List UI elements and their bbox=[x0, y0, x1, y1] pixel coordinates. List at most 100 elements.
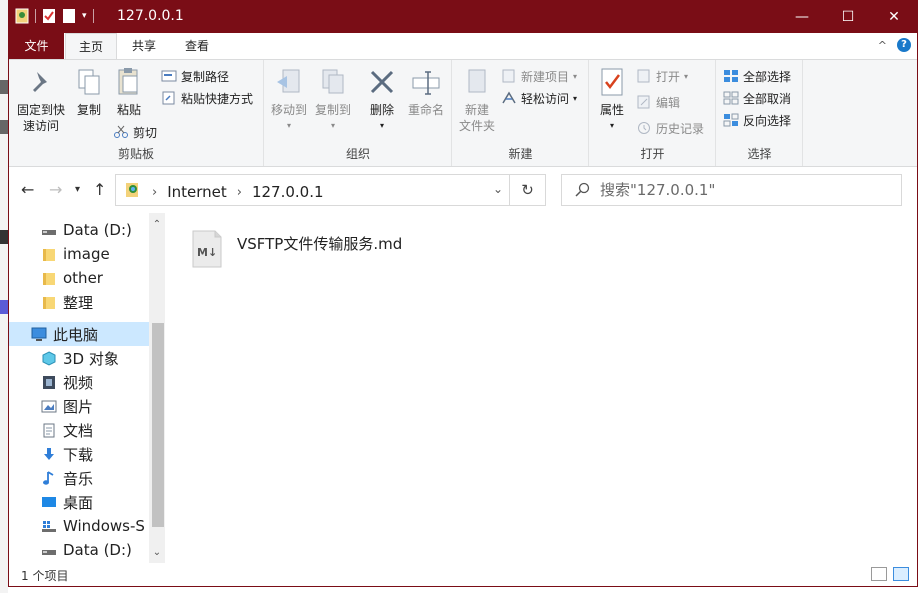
copy-path-button[interactable]: 复制路径 bbox=[161, 66, 229, 86]
file-list: M↓ VSFTP文件传输服务.md bbox=[169, 213, 917, 563]
tab-file[interactable]: 文件 bbox=[9, 33, 64, 59]
search-input[interactable] bbox=[600, 179, 890, 201]
back-arrow-icon[interactable]: ← bbox=[21, 180, 34, 199]
open-button[interactable]: 打开 ▾ bbox=[636, 66, 688, 86]
copy-to-button[interactable]: 复制到 ▾ bbox=[313, 66, 353, 134]
nav-item-windows-drive[interactable]: Windows-S bbox=[9, 514, 149, 538]
breadcrumb-internet[interactable]: Internet bbox=[167, 183, 227, 201]
open-label: 打开 bbox=[656, 69, 681, 84]
nav-item-zhengli[interactable]: 整理 bbox=[9, 290, 149, 314]
nav-item-3d-objects[interactable]: 3D 对象 bbox=[9, 346, 149, 370]
chevron-down-icon: ▾ bbox=[573, 93, 578, 103]
nav-item-pictures[interactable]: 图片 bbox=[9, 394, 149, 418]
minimize-button[interactable]: — bbox=[779, 1, 825, 33]
minimize-icon: — bbox=[795, 9, 809, 25]
select-none-icon bbox=[723, 91, 739, 105]
new-folder-icon[interactable] bbox=[62, 8, 76, 24]
file-item[interactable]: M↓ VSFTP文件传输服务.md bbox=[189, 227, 402, 271]
tab-view[interactable]: 查看 bbox=[171, 33, 223, 59]
pin-label-line1: 固定到快 bbox=[16, 103, 65, 117]
address-history-chevron-icon[interactable]: ⌄ bbox=[493, 182, 503, 196]
nav-item-label: 整理 bbox=[63, 293, 94, 312]
nav-item-label: Data (D:) bbox=[63, 221, 132, 239]
new-item-label: 新建项目 bbox=[521, 69, 570, 84]
move-to-icon bbox=[273, 66, 305, 98]
easy-access-button[interactable]: 轻松访问 ▾ bbox=[501, 88, 577, 108]
scroll-down-arrow-icon[interactable]: ⌄ bbox=[149, 545, 165, 561]
cut-button[interactable]: 剪切 bbox=[113, 122, 157, 142]
markdown-file-icon: M↓ bbox=[189, 227, 225, 271]
nav-item-data-drive[interactable]: Data (D:) bbox=[9, 218, 149, 242]
nav-item-data-drive-2[interactable]: Data (D:) bbox=[9, 538, 149, 562]
properties-button[interactable]: 属性 ▾ bbox=[594, 66, 630, 134]
delete-button[interactable]: 删除 ▾ bbox=[365, 66, 399, 134]
ribbon-collapse-icon[interactable]: ^ bbox=[878, 39, 887, 52]
nav-item-desktop[interactable]: 桌面 bbox=[9, 490, 149, 514]
toolbar-separator bbox=[92, 9, 94, 23]
tab-home[interactable]: 主页 bbox=[65, 33, 117, 60]
chevron-down-icon[interactable]: ▾ bbox=[82, 11, 87, 21]
tab-share[interactable]: 共享 bbox=[119, 33, 169, 59]
breadcrumb-current[interactable]: 127.0.0.1 bbox=[252, 183, 324, 201]
details-view-icon[interactable] bbox=[871, 567, 887, 581]
view-toggles bbox=[871, 567, 909, 581]
copy-button[interactable]: 复制 bbox=[71, 66, 107, 118]
breadcrumb-separator-icon: › bbox=[152, 184, 158, 200]
address-bar[interactable]: › Internet › 127.0.0.1 ⌄ ↻ bbox=[115, 174, 546, 206]
svg-text:M↓: M↓ bbox=[197, 246, 217, 259]
close-button[interactable]: ✕ bbox=[871, 1, 917, 33]
properties-label: 属性 bbox=[599, 103, 624, 117]
music-icon bbox=[41, 470, 57, 486]
select-all-button[interactable]: 全部选择 bbox=[723, 66, 791, 86]
organize-group-label: 组织 bbox=[345, 147, 370, 161]
forward-arrow-icon[interactable]: → bbox=[49, 180, 62, 199]
new-folder-button[interactable]: 新建 文件夹 bbox=[455, 66, 499, 134]
new-group-label: 新建 bbox=[508, 147, 533, 161]
up-arrow-icon[interactable]: ↑ bbox=[93, 180, 106, 199]
nav-item-videos[interactable]: 视频 bbox=[9, 370, 149, 394]
select-all-label: 全部选择 bbox=[743, 69, 792, 84]
help-icon[interactable]: ? bbox=[897, 38, 911, 52]
rename-button[interactable]: 重命名 bbox=[405, 66, 447, 118]
history-button[interactable]: 历史记录 bbox=[636, 118, 704, 138]
open-icon bbox=[636, 69, 652, 83]
copy-to-icon bbox=[317, 66, 349, 98]
navigation-bar: ← → ▾ ↑ › Internet › 127.0.0.1 ⌄ ↻ bbox=[9, 167, 917, 213]
properties-icon[interactable] bbox=[42, 8, 56, 24]
nav-item-music[interactable]: 音乐 bbox=[9, 466, 149, 490]
delete-label: 删除 bbox=[369, 103, 394, 117]
nav-item-documents[interactable]: 文档 bbox=[9, 418, 149, 442]
large-icons-view-icon[interactable] bbox=[893, 567, 909, 581]
select-none-button[interactable]: 全部取消 bbox=[723, 88, 791, 108]
new-item-button[interactable]: 新建项目 ▾ bbox=[501, 66, 577, 86]
easy-access-icon bbox=[501, 91, 517, 105]
breadcrumb: › Internet › 127.0.0.1 bbox=[124, 181, 324, 203]
search-box[interactable] bbox=[561, 174, 902, 206]
nav-item-downloads[interactable]: 下载 bbox=[9, 442, 149, 466]
history-icon bbox=[636, 121, 652, 135]
move-to-button[interactable]: 移动到 ▾ bbox=[269, 66, 309, 134]
chevron-down-icon: ▾ bbox=[330, 121, 335, 130]
invert-selection-button[interactable]: 反向选择 bbox=[723, 110, 791, 130]
recent-locations-chevron-icon[interactable]: ▾ bbox=[75, 184, 80, 195]
refresh-icon[interactable]: ↻ bbox=[509, 175, 545, 205]
paste-button[interactable]: 粘贴 bbox=[111, 66, 147, 118]
nav-item-other[interactable]: other bbox=[9, 266, 149, 290]
window-title: 127.0.0.1 bbox=[117, 8, 184, 24]
pin-label-line2: 速访问 bbox=[22, 119, 59, 133]
breadcrumb-separator-icon[interactable]: › bbox=[237, 185, 242, 200]
organize-group: 移动到 ▾ 复制到 ▾ 删除 ▾ 重命名 组织 bbox=[265, 60, 452, 166]
edit-button[interactable]: 编辑 bbox=[636, 92, 680, 112]
paste-shortcut-icon bbox=[161, 91, 177, 105]
title-bar: ▾ 127.0.0.1 — ☐ ✕ bbox=[9, 1, 917, 33]
new-group: 新建 文件夹 新建项目 ▾ 轻松访问 ▾ 新建 bbox=[453, 60, 589, 166]
maximize-button[interactable]: ☐ bbox=[825, 1, 871, 33]
nav-scrollbar-thumb[interactable] bbox=[152, 323, 164, 527]
explorer-app-icon[interactable] bbox=[15, 8, 29, 24]
scroll-up-arrow-icon[interactable]: ⌃ bbox=[149, 217, 165, 233]
pin-to-quick-access-button[interactable]: 固定到快 速访问 bbox=[13, 66, 69, 134]
nav-item-this-pc[interactable]: 此电脑 bbox=[9, 322, 149, 346]
nav-item-image[interactable]: image bbox=[9, 242, 149, 266]
paste-shortcut-button[interactable]: 粘贴快捷方式 bbox=[161, 88, 253, 108]
new-item-icon bbox=[501, 69, 517, 83]
